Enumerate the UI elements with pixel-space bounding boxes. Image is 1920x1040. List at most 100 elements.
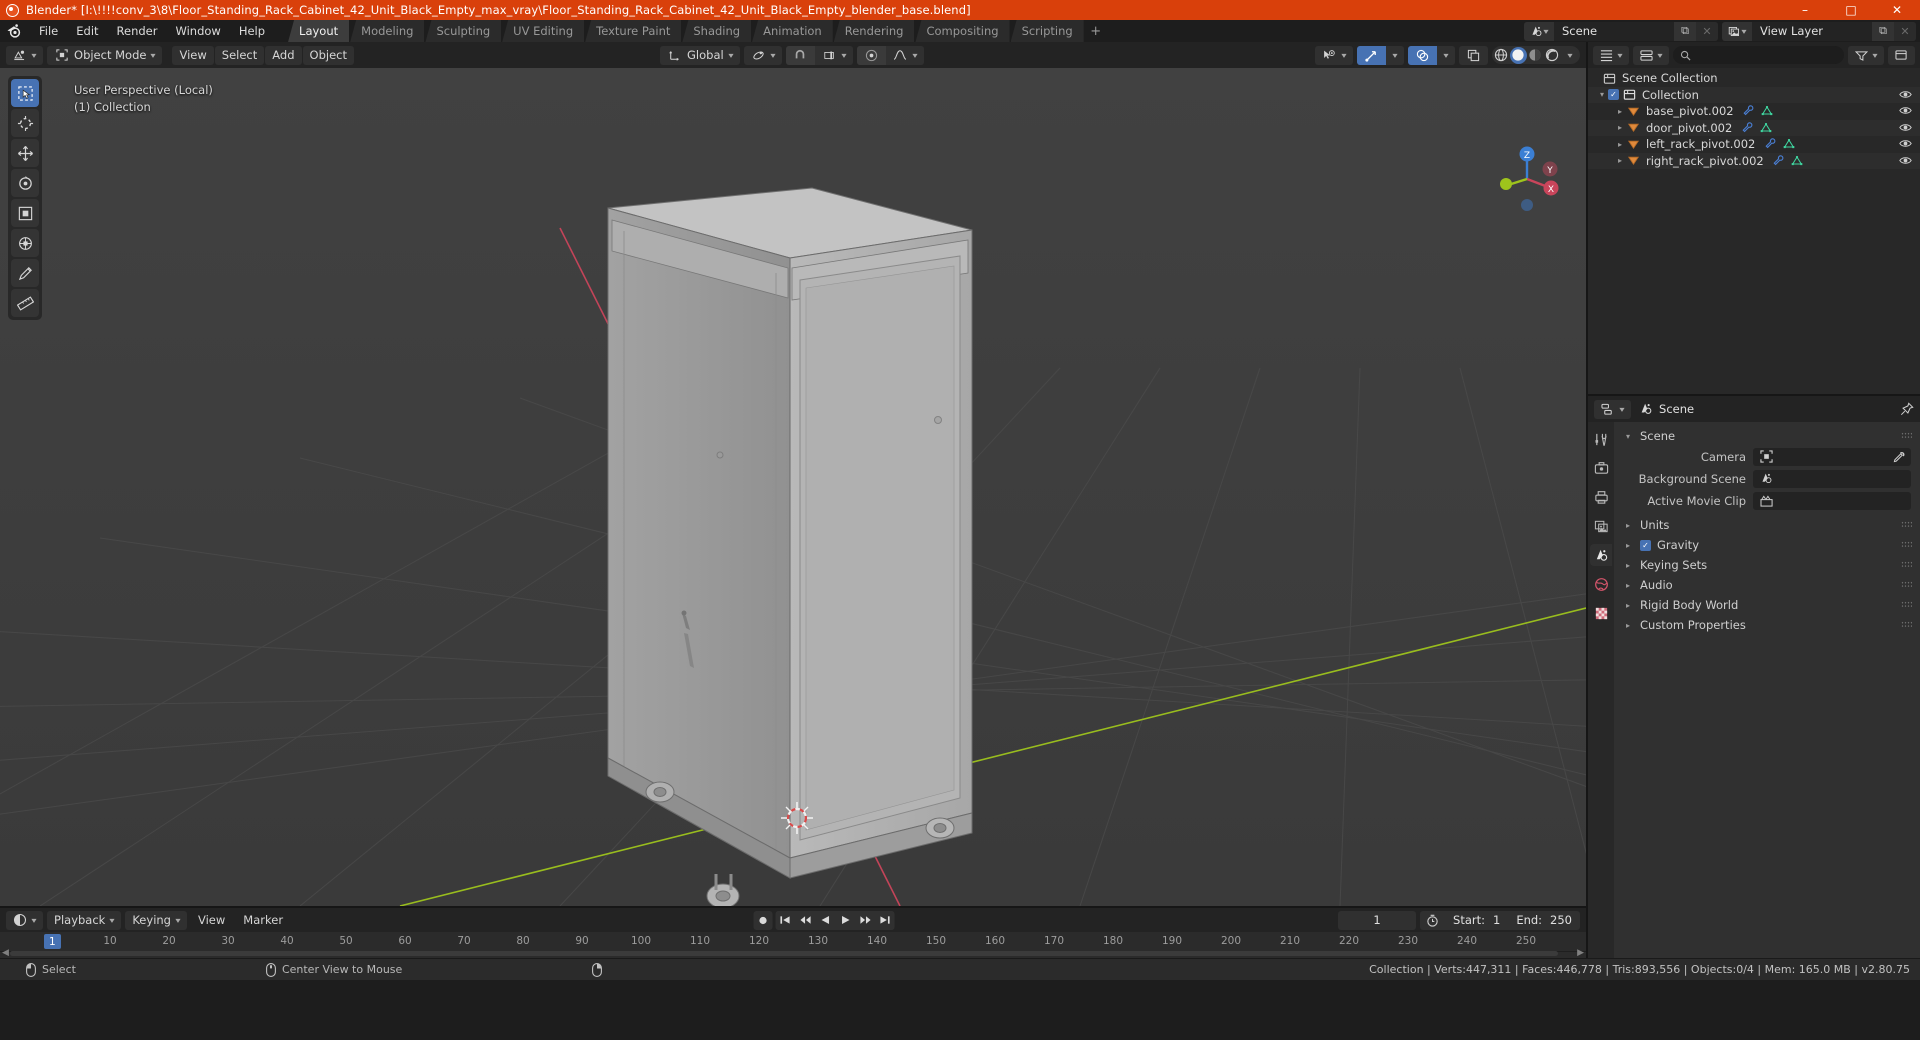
collection-checkbox[interactable]: ✓	[1608, 89, 1619, 101]
current-frame-field[interactable]: 1	[1338, 910, 1417, 930]
timeline-horizontal-scrollbar[interactable]	[10, 951, 1558, 956]
units-disclosure-triangle[interactable]: ▸	[1622, 521, 1634, 530]
properties-tab-view-layer[interactable]	[1590, 515, 1612, 537]
panel-drag-grip[interactable]	[1901, 521, 1912, 528]
editor-type-3dview-icon[interactable]: ▾	[6, 45, 44, 65]
active-movie-clip-field[interactable]	[1753, 491, 1911, 510]
timeline-menu-keying[interactable]: Keying ▾	[125, 910, 187, 930]
object-mode-selector[interactable]: Object Mode ▾	[47, 45, 163, 65]
door-pivot-visibility-eye-icon[interactable]	[1899, 121, 1912, 134]
properties-editor-type-icon[interactable]: ▾	[1594, 399, 1632, 419]
scene-panel-disclosure-triangle[interactable]: ▾	[1622, 432, 1634, 441]
jump-to-start-button[interactable]	[775, 910, 795, 930]
modifier-icon[interactable]	[1740, 121, 1755, 135]
viewport-menu-select[interactable]: Select	[214, 45, 265, 65]
panel-drag-grip[interactable]	[1901, 601, 1912, 608]
menu-render[interactable]: Render	[108, 22, 167, 40]
xray-toggle[interactable]	[1458, 45, 1488, 65]
panel-drag-grip[interactable]	[1901, 581, 1912, 588]
door-pivot-disclosure-triangle[interactable]: ▸	[1614, 123, 1626, 132]
shading-material-preview-button[interactable]	[1527, 47, 1544, 64]
viewport-menu-add[interactable]: Add	[265, 45, 302, 65]
close-button[interactable]: ✕	[1874, 0, 1920, 20]
prev-keyframe-button[interactable]	[795, 910, 815, 930]
pivot-point-selector[interactable]: ▾	[743, 45, 782, 65]
add-workspace-button[interactable]: +	[1085, 20, 1107, 42]
proportional-editing-toggle[interactable]	[856, 45, 886, 65]
start-frame-field[interactable]: Start: 1	[1445, 911, 1508, 930]
shading-options-dropdown[interactable]: ▾	[1561, 46, 1579, 65]
properties-tab-texture[interactable]	[1590, 602, 1612, 624]
timeline-editor-type-icon[interactable]: ▾	[6, 910, 44, 930]
outliner-new-collection-button[interactable]	[1888, 45, 1915, 65]
properties-tab-output[interactable]	[1590, 486, 1612, 508]
rotate-tool[interactable]	[11, 169, 39, 197]
outliner-row-base-pivot[interactable]: ▸ base_pivot.002	[1588, 103, 1920, 120]
jump-to-end-button[interactable]	[875, 910, 895, 930]
outliner-row-door-pivot[interactable]: ▸ door_pivot.002	[1588, 119, 1920, 136]
view-layer-name-field[interactable]: View Layer	[1752, 21, 1872, 41]
panel-header-keying-sets[interactable]: ▸ Keying Sets	[1614, 555, 1920, 575]
panel-header-gravity[interactable]: ▸ ✓ Gravity	[1614, 535, 1920, 555]
use-preview-range-button[interactable]	[1420, 911, 1445, 930]
cursor-tool[interactable]	[11, 109, 39, 137]
navigation-gizmo[interactable]: Z Y X	[1490, 142, 1564, 216]
minimize-button[interactable]: –	[1782, 0, 1828, 20]
snap-to-selector[interactable]: ▾	[814, 45, 853, 65]
maximize-button[interactable]: □	[1828, 0, 1874, 20]
play-button[interactable]	[835, 910, 855, 930]
menu-edit[interactable]: Edit	[67, 22, 107, 40]
workspace-tab-texture-paint[interactable]: Texture Paint	[585, 20, 682, 42]
gizmo-toggle[interactable]	[1356, 45, 1386, 65]
end-frame-field[interactable]: End: 250	[1508, 911, 1580, 930]
outliner-search-input[interactable]	[1673, 46, 1844, 64]
mesh-data-icon[interactable]	[1758, 121, 1773, 135]
panel-drag-grip[interactable]	[1901, 432, 1912, 439]
properties-tab-tool[interactable]	[1590, 428, 1612, 450]
modifier-icon[interactable]	[1742, 104, 1757, 118]
properties-tab-world[interactable]	[1590, 573, 1612, 595]
falloff-type-selector[interactable]: ▾	[885, 45, 924, 65]
workspace-tab-shading[interactable]: Shading	[682, 20, 752, 42]
panel-header-scene[interactable]: ▾ Scene	[1614, 426, 1920, 446]
scene-selector[interactable]: ▾ Scene ⧉ ✕	[1524, 21, 1718, 41]
timeline-scroll-right-arrow[interactable]: ▶	[1577, 948, 1584, 958]
modifier-icon[interactable]	[1772, 154, 1787, 168]
outliner-filter-button[interactable]: ▾	[1847, 45, 1884, 65]
auto-keying-button[interactable]	[753, 910, 773, 930]
shading-solid-button[interactable]	[1509, 46, 1527, 64]
workspace-tab-modeling[interactable]: Modeling	[350, 20, 425, 42]
remove-view-layer-button[interactable]: ✕	[1894, 21, 1916, 41]
viewport-menu-view[interactable]: View	[172, 45, 214, 65]
left-rack-pivot-disclosure-triangle[interactable]: ▸	[1614, 140, 1626, 149]
pin-icon[interactable]	[1899, 402, 1914, 416]
mesh-data-icon[interactable]	[1760, 104, 1775, 118]
scale-tool[interactable]	[11, 199, 39, 227]
menu-file[interactable]: File	[30, 22, 67, 40]
outliner-row-left-rack-pivot[interactable]: ▸ left_rack_pivot.002	[1588, 136, 1920, 153]
snap-magnet-toggle[interactable]	[785, 45, 815, 65]
timeline-ruler[interactable]: 1 10 20 30 40 50 60 70 80 90 100 110 120…	[0, 932, 1586, 952]
workspace-tab-uv-editing[interactable]: UV Editing	[502, 20, 585, 42]
timeline-scroll-left-arrow[interactable]: ◀	[2, 948, 9, 958]
select-box-tool[interactable]	[11, 79, 39, 107]
rigid-body-world-disclosure-triangle[interactable]: ▸	[1622, 601, 1634, 610]
panel-header-audio[interactable]: ▸ Audio	[1614, 575, 1920, 595]
keying-sets-disclosure-triangle[interactable]: ▸	[1622, 561, 1634, 570]
timeline-playhead[interactable]: 1	[44, 934, 61, 949]
shading-rendered-button[interactable]	[1544, 47, 1561, 64]
gizmo-options-dropdown[interactable]: ▾	[1385, 45, 1404, 65]
outliner-editor-type-icon[interactable]: ▾	[1593, 45, 1630, 65]
properties-tab-scene[interactable]	[1590, 544, 1612, 566]
panel-header-rigid-body-world[interactable]: ▸ Rigid Body World	[1614, 595, 1920, 615]
blender-logo-icon[interactable]	[6, 23, 22, 39]
workspace-tab-layout[interactable]: Layout	[288, 20, 350, 42]
menu-window[interactable]: Window	[166, 22, 229, 40]
view-layer-selector[interactable]: ▾ View Layer ⧉ ✕	[1722, 21, 1916, 41]
timeline-menu-playback[interactable]: Playback ▾	[47, 910, 122, 930]
right-rack-pivot-disclosure-triangle[interactable]: ▸	[1614, 156, 1626, 165]
left-rack-pivot-visibility-eye-icon[interactable]	[1899, 137, 1912, 150]
base-pivot-disclosure-triangle[interactable]: ▸	[1614, 107, 1626, 116]
camera-eyedropper-icon[interactable]	[1893, 450, 1906, 463]
next-keyframe-button[interactable]	[855, 910, 875, 930]
